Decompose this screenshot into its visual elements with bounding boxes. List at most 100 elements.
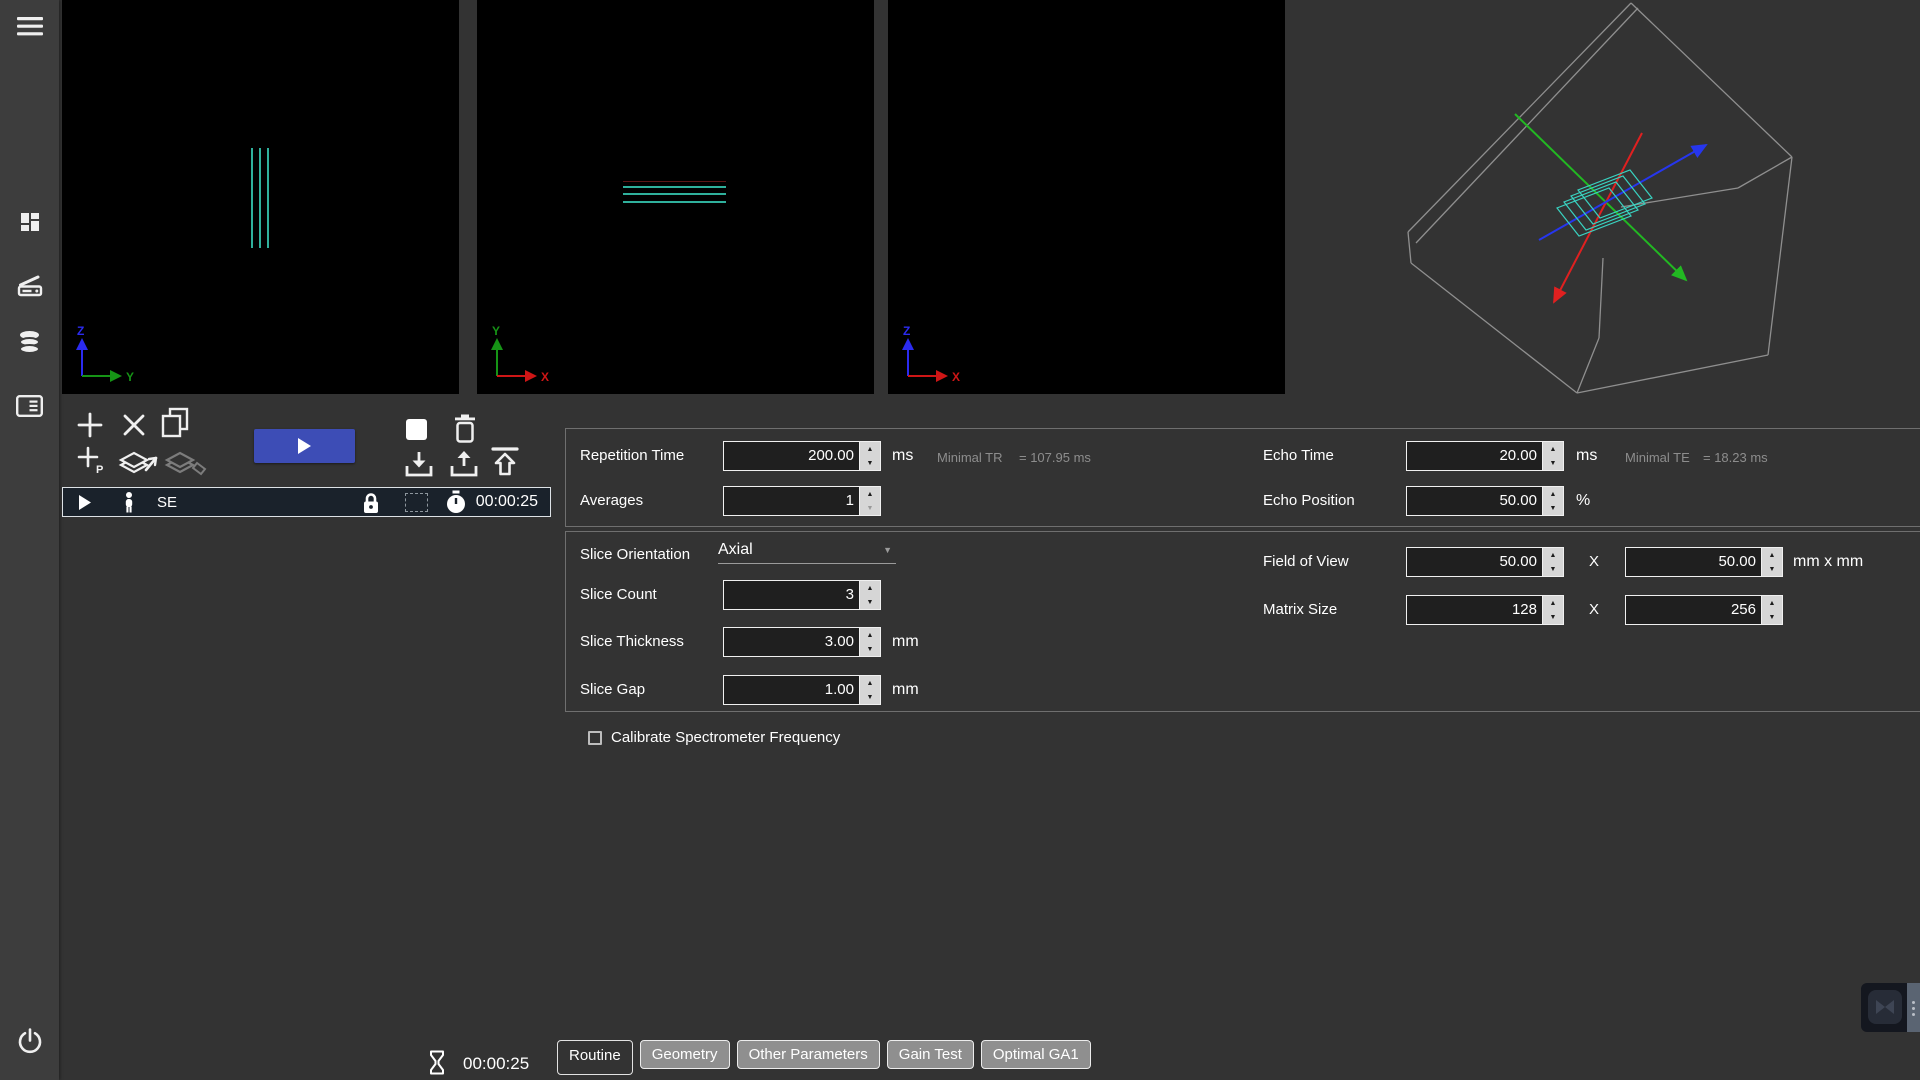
slice-orientation-select[interactable]: Axial ▼ — [718, 536, 896, 564]
spin-down[interactable]: ▼ — [860, 642, 880, 656]
spin-down[interactable]: ▼ — [1543, 501, 1563, 515]
repetition-time-input[interactable]: 200.00 ▲▼ — [723, 441, 881, 471]
close-icon — [121, 412, 147, 438]
spin-up[interactable]: ▲ — [860, 676, 880, 690]
sidebar-item-data[interactable] — [0, 330, 59, 354]
slice-orientation-label: Slice Orientation — [580, 546, 690, 563]
spin-up[interactable]: ▲ — [1543, 596, 1563, 610]
viewport-zy[interactable]: Z Y — [62, 0, 459, 394]
slice-line — [623, 186, 726, 188]
footer-tabs: RoutineGeometryOther ParametersGain Test… — [557, 1040, 1098, 1075]
calibrate-label: Calibrate Spectrometer Frequency — [611, 729, 840, 746]
spin-up[interactable]: ▲ — [1543, 487, 1563, 501]
tab-other-parameters[interactable]: Other Parameters — [737, 1040, 880, 1069]
tab-geometry[interactable]: Geometry — [640, 1040, 730, 1069]
scene-3d[interactable] — [1286, 0, 1920, 420]
overlay-widget[interactable] — [1861, 983, 1920, 1032]
sequence-elapsed: 00:00:25 — [476, 493, 538, 511]
selection-box-icon[interactable] — [405, 493, 428, 512]
viewport-yx[interactable]: Y X — [477, 0, 874, 394]
spin-up[interactable]: ▲ — [1543, 548, 1563, 562]
calibrate-checkbox[interactable] — [588, 731, 602, 745]
svg-text:Z: Z — [77, 324, 84, 338]
copy-icon — [158, 406, 192, 440]
plus-icon — [76, 411, 104, 439]
spin-up[interactable]: ▲ — [1762, 548, 1782, 562]
matrix-x-input[interactable]: 128 ▲▼ — [1406, 595, 1564, 625]
overlay-handle[interactable] — [1907, 983, 1920, 1032]
y-axis-3d — [1515, 114, 1686, 280]
z-axis-3d — [1539, 145, 1706, 240]
svg-text:X: X — [952, 370, 960, 384]
spin-up[interactable]: ▲ — [860, 442, 880, 456]
add-button[interactable] — [76, 411, 104, 439]
averages-input[interactable]: 1 ▲▼ — [723, 486, 881, 516]
spin-down[interactable]: ▼ — [860, 456, 880, 470]
power-button[interactable] — [0, 1028, 59, 1056]
remove-button[interactable] — [121, 412, 147, 438]
slice-count-input[interactable]: 3 ▲▼ — [723, 580, 881, 610]
slice-thickness-input[interactable]: 3.00 ▲▼ — [723, 627, 881, 657]
tab-optimal-ga1[interactable]: Optimal GA1 — [981, 1040, 1091, 1069]
fov-y-input[interactable]: 50.00 ▲▼ — [1625, 547, 1783, 577]
spin-down[interactable]: ▼ — [860, 501, 880, 515]
matrix-y-input[interactable]: 256 ▲▼ — [1625, 595, 1783, 625]
fov-x-input[interactable]: 50.00 ▲▼ — [1406, 547, 1564, 577]
field-of-view-label: Field of View — [1263, 553, 1349, 570]
overlay-logo-icon[interactable] — [1868, 990, 1902, 1024]
spin-up[interactable]: ▲ — [860, 487, 880, 501]
upload-bold-icon — [488, 445, 522, 479]
slice-line — [623, 181, 726, 182]
echo-time-input[interactable]: 20.00 ▲▼ — [1406, 441, 1564, 471]
sidebar-item-scanner[interactable] — [0, 272, 59, 297]
row-play-icon[interactable] — [79, 495, 91, 510]
upload-button[interactable] — [448, 448, 480, 479]
lock-icon[interactable] — [361, 491, 381, 514]
sequence-row[interactable]: SE 00:00:25 — [62, 487, 551, 517]
spin-down[interactable]: ▼ — [1762, 562, 1782, 576]
tab-gain-test[interactable]: Gain Test — [887, 1040, 974, 1069]
sidebar-item-dashboard[interactable] — [0, 210, 59, 234]
spin-down[interactable]: ▼ — [1543, 456, 1563, 470]
download-button[interactable] — [403, 449, 435, 479]
footer-elapsed: 00:00:25 — [463, 1054, 529, 1074]
wireframe-cube — [1408, 3, 1792, 393]
slice-line — [259, 148, 261, 248]
tab-routine[interactable]: Routine — [557, 1040, 633, 1075]
export-button[interactable] — [488, 445, 522, 479]
slice-gap-unit: mm — [892, 681, 919, 699]
slice-thickness-unit: mm — [892, 633, 919, 651]
spin-up[interactable]: ▲ — [860, 628, 880, 642]
spin-down[interactable]: ▼ — [860, 595, 880, 609]
spin-down[interactable]: ▼ — [1543, 610, 1563, 624]
echo-position-input[interactable]: 50.00 ▲▼ — [1406, 486, 1564, 516]
slice-gap-input[interactable]: 1.00 ▲▼ — [723, 675, 881, 705]
spin-up[interactable]: ▲ — [860, 581, 880, 595]
delete-button[interactable] — [451, 413, 479, 444]
axis-indicator: Z Y — [70, 324, 142, 388]
axis-indicator: Y X — [485, 324, 557, 388]
add-protocol-button[interactable]: P — [77, 446, 107, 476]
viewport-zx[interactable]: Z X — [888, 0, 1285, 394]
averages-label: Averages — [580, 492, 643, 509]
database-icon — [17, 330, 42, 354]
stop-button[interactable] — [406, 419, 427, 440]
copy-button[interactable] — [158, 406, 192, 440]
run-stack-button[interactable] — [118, 448, 160, 480]
spin-down[interactable]: ▼ — [1762, 610, 1782, 624]
stack-disabled-button[interactable] — [164, 448, 208, 480]
echo-position-label: Echo Position — [1263, 492, 1355, 509]
spin-up[interactable]: ▲ — [1543, 442, 1563, 456]
minimal-tr-value: = 107.95 ms — [1019, 450, 1091, 465]
slice-line — [267, 148, 269, 248]
sidebar-item-protocols[interactable] — [0, 395, 59, 417]
spin-down[interactable]: ▼ — [860, 690, 880, 704]
upload-icon — [448, 448, 480, 479]
scanner-icon — [17, 272, 43, 297]
spin-down[interactable]: ▼ — [1543, 562, 1563, 576]
slice-gap-label: Slice Gap — [580, 681, 645, 698]
menu-button[interactable] — [0, 16, 59, 37]
download-icon — [403, 449, 435, 479]
play-button[interactable] — [254, 429, 355, 463]
spin-up[interactable]: ▲ — [1762, 596, 1782, 610]
